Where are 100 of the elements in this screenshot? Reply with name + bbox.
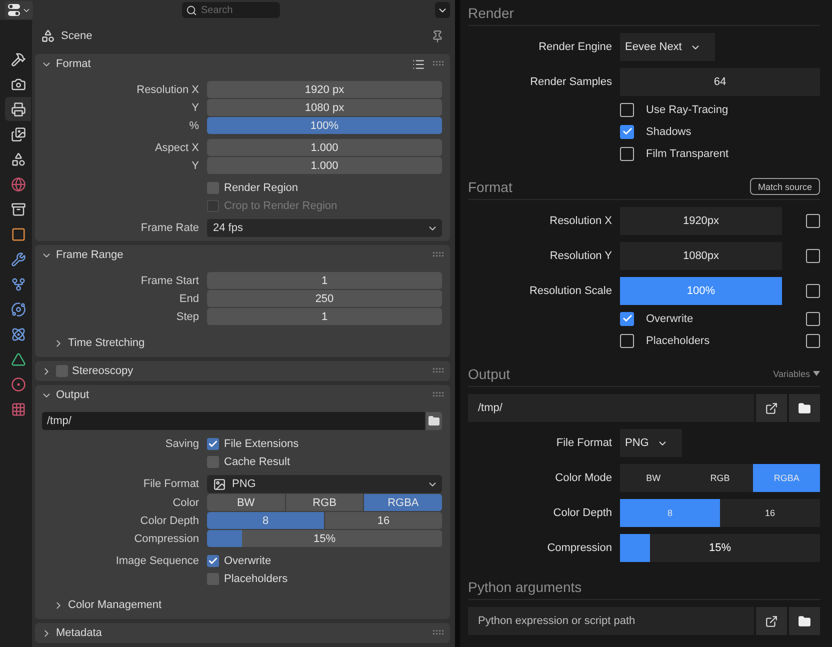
folder-icon bbox=[798, 614, 811, 628]
menu-button[interactable] bbox=[435, 2, 450, 18]
field-label: File Format bbox=[142, 478, 199, 490]
field-label: Color Depth bbox=[139, 514, 199, 526]
segment-button[interactable]: 16 bbox=[720, 499, 820, 527]
panel-header[interactable]: Metadata bbox=[35, 623, 450, 643]
variables-menu[interactable]: Variables bbox=[773, 368, 820, 378]
segment-button[interactable]: RGB bbox=[686, 464, 754, 492]
open-button[interactable] bbox=[756, 394, 787, 422]
dropdown[interactable]: PNG bbox=[620, 429, 682, 457]
field-label: Compression bbox=[546, 542, 612, 554]
checkbox[interactable] bbox=[207, 456, 219, 468]
external-link-icon bbox=[765, 614, 778, 628]
pin-icon[interactable] bbox=[431, 30, 444, 42]
path-field[interactable]: Python expression or script path bbox=[468, 607, 754, 635]
field-label: Render Samples bbox=[529, 76, 612, 88]
section-title: Python arguments bbox=[468, 578, 582, 594]
number-field[interactable]: 1.000 bbox=[207, 157, 442, 174]
number-field[interactable]: 1920 px bbox=[207, 81, 442, 98]
drag-handle-icon bbox=[433, 252, 444, 258]
hammer-icon bbox=[10, 52, 26, 66]
field-label: End bbox=[178, 292, 199, 304]
field-label: Resolution Y bbox=[548, 250, 612, 262]
path-field[interactable]: /tmp/ bbox=[42, 412, 425, 430]
checkbox[interactable] bbox=[806, 334, 820, 348]
checkbox-label: Shadows bbox=[646, 126, 692, 138]
printer-icon bbox=[10, 102, 26, 116]
segment-button[interactable]: BW bbox=[207, 494, 285, 511]
checkbox[interactable] bbox=[620, 124, 634, 138]
checkbox[interactable] bbox=[806, 284, 820, 298]
toggle-icon bbox=[7, 3, 21, 17]
checkbox-label: Cache Result bbox=[224, 456, 290, 468]
checkbox[interactable] bbox=[806, 312, 820, 326]
number-field[interactable]: 1.000 bbox=[207, 139, 442, 156]
checkbox[interactable] bbox=[620, 146, 634, 160]
dropdown[interactable]: PNG bbox=[207, 475, 442, 493]
checkbox[interactable] bbox=[620, 102, 634, 116]
checkbox[interactable] bbox=[207, 572, 219, 584]
field-label: Resolution Scale bbox=[528, 285, 612, 297]
checkbox[interactable] bbox=[207, 438, 219, 450]
field-label: Frame Rate bbox=[140, 222, 199, 234]
path-field[interactable]: /tmp/ bbox=[468, 394, 754, 422]
panel-header[interactable]: Format bbox=[35, 54, 450, 74]
checkbox[interactable] bbox=[620, 312, 634, 326]
segment-button[interactable]: BW bbox=[620, 464, 687, 492]
match-source-button[interactable]: Match source bbox=[750, 178, 820, 195]
subpanel-header[interactable]: Color Management bbox=[53, 595, 162, 615]
checkbox-label: Film Transparent bbox=[646, 148, 729, 160]
segment-button[interactable]: RGB bbox=[286, 494, 364, 511]
drag-handle-icon bbox=[433, 630, 444, 636]
field-label: Render Engine bbox=[538, 41, 612, 53]
square-icon bbox=[10, 226, 26, 242]
section-title: Format bbox=[468, 178, 512, 194]
number-field[interactable]: 1920px bbox=[620, 207, 782, 235]
triangle-icon bbox=[10, 352, 26, 366]
slider[interactable]: 15% bbox=[620, 534, 820, 562]
slider[interactable]: 100% bbox=[207, 117, 442, 134]
subpanel-header[interactable]: Time Stretching bbox=[53, 333, 145, 353]
number-field[interactable]: 1080 px bbox=[207, 99, 442, 116]
segment-button[interactable]: 16 bbox=[325, 512, 442, 529]
search-icon bbox=[186, 4, 197, 16]
dropdown[interactable]: Eevee Next bbox=[620, 33, 715, 61]
list-icon[interactable] bbox=[412, 58, 425, 70]
panel-header[interactable]: Output bbox=[35, 385, 450, 405]
folder-button[interactable] bbox=[426, 412, 442, 430]
open-button[interactable] bbox=[756, 607, 787, 635]
number-field[interactable]: 1 bbox=[207, 272, 442, 289]
number-field[interactable]: 64 bbox=[620, 68, 820, 96]
folder-button[interactable] bbox=[789, 394, 820, 422]
properties-tab[interactable] bbox=[5, 97, 31, 121]
segment-button[interactable]: 8 bbox=[207, 512, 324, 529]
checkbox[interactable] bbox=[207, 554, 219, 566]
editor-type-button[interactable] bbox=[5, 1, 33, 19]
number-field[interactable]: 1 bbox=[207, 308, 442, 325]
segment-button[interactable]: RGBA bbox=[364, 494, 442, 511]
checkbox[interactable] bbox=[806, 249, 820, 263]
checkbox[interactable] bbox=[620, 334, 634, 348]
dropdown[interactable]: 24 fps bbox=[207, 219, 442, 237]
checkbox-label: Overwrite bbox=[646, 312, 694, 324]
panel-header[interactable]: Frame Range bbox=[35, 245, 450, 265]
field-label: File Format bbox=[555, 437, 612, 449]
camera-icon bbox=[10, 76, 26, 92]
folder-button[interactable] bbox=[789, 607, 820, 635]
orbit-icon bbox=[10, 302, 26, 316]
context-label: Scene bbox=[61, 30, 92, 42]
section-title: Output bbox=[468, 366, 510, 382]
check-icon bbox=[208, 556, 218, 566]
field-label: Resolution X bbox=[548, 215, 612, 227]
panel-header[interactable]: Stereoscopy bbox=[35, 361, 450, 381]
checkbox[interactable] bbox=[56, 365, 68, 377]
checkbox[interactable] bbox=[806, 214, 820, 228]
search-field[interactable]: Search bbox=[182, 2, 280, 18]
number-field[interactable]: 1080px bbox=[620, 242, 782, 270]
checkbox[interactable] bbox=[207, 182, 219, 194]
field-label: Step bbox=[175, 310, 199, 322]
section-title: Render bbox=[468, 4, 514, 20]
slider[interactable]: 15% bbox=[207, 530, 442, 547]
number-field[interactable]: 250 bbox=[207, 290, 442, 307]
field-label: Saving bbox=[164, 438, 199, 450]
field-label: Image Sequence bbox=[114, 554, 199, 566]
